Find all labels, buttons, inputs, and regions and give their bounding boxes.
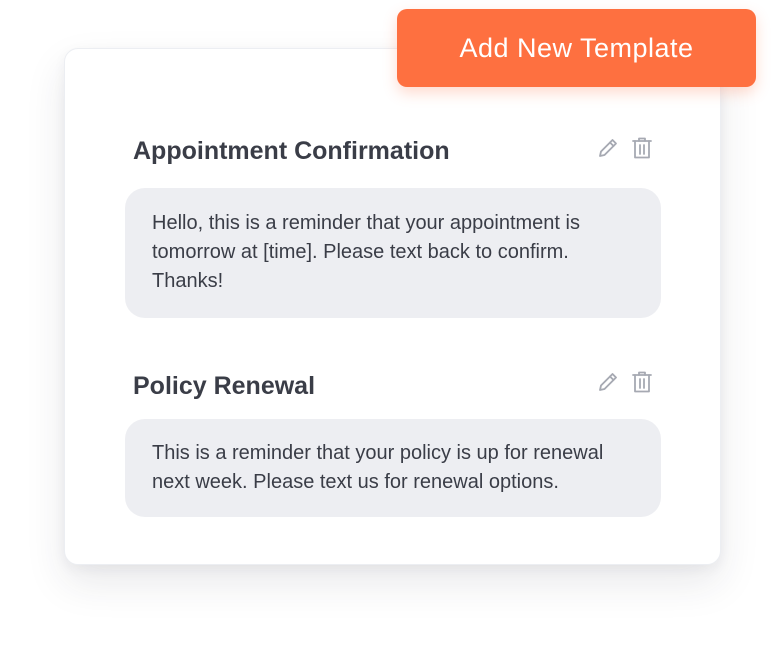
template-title: Appointment Confirmation	[133, 137, 450, 165]
pencil-icon[interactable]	[595, 369, 621, 395]
template-actions	[595, 135, 655, 161]
add-new-template-button[interactable]: Add New Template	[397, 9, 756, 87]
template-actions	[595, 369, 655, 395]
template-message: Hello, this is a reminder that your appo…	[125, 188, 661, 318]
template-title: Policy Renewal	[133, 372, 316, 400]
template-item: Appointment Confirmation Hello, this is …	[125, 133, 661, 323]
templates-card: Appointment Confirmation Hello, this is …	[64, 48, 721, 565]
trash-icon[interactable]	[629, 369, 655, 395]
trash-icon[interactable]	[629, 135, 655, 161]
template-message: This is a reminder that your policy is u…	[125, 419, 661, 517]
pencil-icon[interactable]	[595, 135, 621, 161]
template-item: Policy Renewal This is a reminder that y…	[125, 367, 661, 527]
